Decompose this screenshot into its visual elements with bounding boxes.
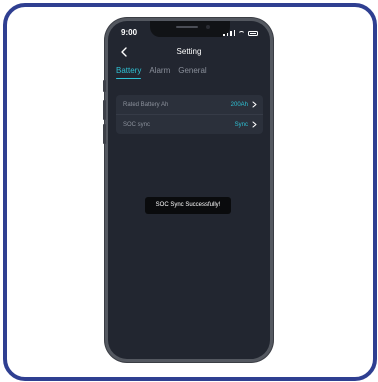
notch [150,21,230,37]
setting-label: SOC sync [123,121,151,128]
status-icons [223,28,258,36]
status-time: 9:00 [121,28,138,37]
app-screen: 9:00 Setting Battery Alarm General Rated… [108,21,270,359]
wifi-icon [238,31,245,36]
top-nav-bar: Setting [108,45,270,61]
setting-row-soc-sync[interactable]: SOC sync Sync [116,114,263,134]
mute-switch [103,80,106,92]
tab-bar: Battery Alarm General [116,66,207,79]
setting-value: 200Ah [230,101,248,108]
battery-icon [248,31,258,36]
tab-general[interactable]: General [178,66,206,79]
signal-icon [230,31,232,36]
tab-battery[interactable]: Battery [116,66,142,79]
toast-message: SOC Sync Successfully! [145,197,231,214]
signal-icon [226,32,228,36]
tab-alarm[interactable]: Alarm [149,66,170,79]
setting-value: Sync [234,121,248,128]
phone-device: 9:00 Setting Battery Alarm General Rated… [103,18,273,362]
status-bar: 9:00 [108,21,270,43]
setting-row-rated-battery-ah[interactable]: Rated Battery Ah 200Ah [116,95,263,114]
volume-down-button [103,124,106,144]
settings-card: Rated Battery Ah 200Ah SOC sync Sync [116,95,263,134]
signal-icon [223,34,225,36]
speaker-grille [176,26,198,28]
camera-dot [206,25,210,29]
volume-up-button [103,100,106,120]
setting-label: Rated Battery Ah [123,101,169,108]
page-title: Setting [176,47,202,56]
signal-icon [233,29,235,36]
chevron-right-icon [252,121,257,128]
chevron-right-icon [252,101,257,108]
